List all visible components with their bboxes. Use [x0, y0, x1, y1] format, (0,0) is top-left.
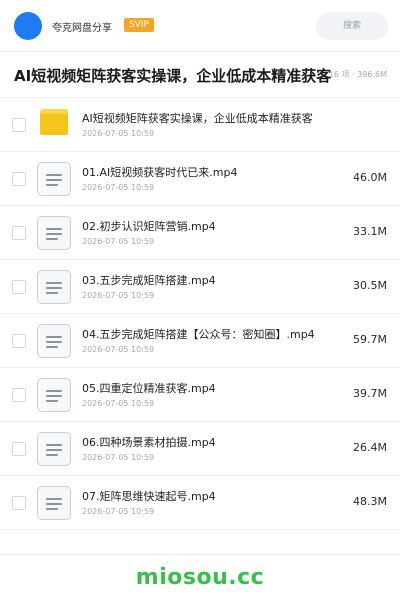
avatar[interactable] [14, 12, 42, 40]
header: 夸克网盘分享 SVIP 搜索 [0, 0, 400, 52]
file-date: 2026-07-05 10:59 [82, 291, 155, 300]
list-item[interactable]: 02.初步认识矩阵营销.mp4 2026-07-05 10:59 33.1M [0, 206, 400, 260]
file-name: 03.五步完成矩阵搭建.mp4 [82, 274, 216, 287]
file-date: 2026-07-05 10:59 [82, 399, 155, 408]
select-checkbox[interactable] [12, 226, 26, 240]
search-input[interactable]: 搜索 [316, 12, 388, 40]
file-date: 2026-07-05 10:59 [82, 345, 155, 354]
select-checkbox[interactable] [12, 334, 26, 348]
file-size: 39.7M [353, 387, 387, 400]
select-checkbox[interactable] [12, 280, 26, 294]
list-item[interactable]: 01.AI短视频获客时代已来.mp4 2026-07-05 10:59 46.0M [0, 152, 400, 206]
document-icon [37, 432, 71, 466]
file-name: 01.AI短视频获客时代已来.mp4 [82, 166, 238, 179]
folder-icon [40, 109, 68, 135]
list-item[interactable]: 05.四重定位精准获客.mp4 2026-07-05 10:59 39.7M [0, 368, 400, 422]
file-name: AI短视频矩阵获客实操课，企业低成本精准获客 [82, 112, 313, 125]
file-date: 2026-07-05 10:59 [82, 129, 155, 138]
document-icon [37, 378, 71, 412]
document-icon [37, 270, 71, 304]
page-title: AI短视频矩阵获客实操课，企业低成本精准获客 [14, 67, 332, 85]
brand-name: 夸克网盘分享 [52, 23, 112, 34]
file-size: 48.3M [353, 495, 387, 508]
file-name: 07.矩阵思维快速起号.mp4 [82, 490, 216, 503]
svip-badge: SVIP [124, 18, 154, 32]
document-icon [37, 486, 71, 520]
file-name: 04.五步完成矩阵搭建【公众号：密知圈】.mp4 [82, 328, 315, 341]
list-item[interactable]: 04.五步完成矩阵搭建【公众号：密知圈】.mp4 2026-07-05 10:59… [0, 314, 400, 368]
file-list: AI短视频矩阵获客实操课，企业低成本精准获客 2026-07-05 10:59 01… [0, 98, 400, 530]
file-name: 06.四种场景素材拍摄.mp4 [82, 436, 216, 449]
list-item[interactable]: 06.四种场景素材拍摄.mp4 2026-07-05 10:59 26.4M [0, 422, 400, 476]
select-checkbox[interactable] [12, 496, 26, 510]
document-icon [37, 216, 71, 250]
footer: miosou.cc [0, 554, 400, 600]
watermark: miosou.cc [135, 565, 265, 590]
file-size: 30.5M [353, 279, 387, 292]
folder-title-row: AI短视频矩阵获客实操课，企业低成本精准获客 16 项 · 396.6M [0, 52, 400, 98]
list-item[interactable]: 03.五步完成矩阵搭建.mp4 2026-07-05 10:59 30.5M [0, 260, 400, 314]
file-name: 05.四重定位精准获客.mp4 [82, 382, 216, 395]
folder-meta: 16 项 · 396.6M [328, 70, 387, 79]
document-icon [37, 324, 71, 358]
list-item[interactable]: 07.矩阵思维快速起号.mp4 2026-07-05 10:59 48.3M [0, 476, 400, 530]
file-date: 2026-07-05 10:59 [82, 507, 155, 516]
document-icon [37, 162, 71, 196]
select-checkbox[interactable] [12, 388, 26, 402]
file-size: 26.4M [353, 441, 387, 454]
file-size: 33.1M [353, 225, 387, 238]
file-name: 02.初步认识矩阵营销.mp4 [82, 220, 216, 233]
select-checkbox[interactable] [12, 442, 26, 456]
file-date: 2026-07-05 10:59 [82, 237, 155, 246]
list-item[interactable]: AI短视频矩阵获客实操课，企业低成本精准获客 2026-07-05 10:59 [0, 98, 400, 152]
select-checkbox[interactable] [12, 172, 26, 186]
file-size: 59.7M [353, 333, 387, 346]
file-date: 2026-07-05 10:59 [82, 453, 155, 462]
select-checkbox[interactable] [12, 118, 26, 132]
file-date: 2026-07-05 10:59 [82, 183, 155, 192]
file-size: 46.0M [353, 171, 387, 184]
